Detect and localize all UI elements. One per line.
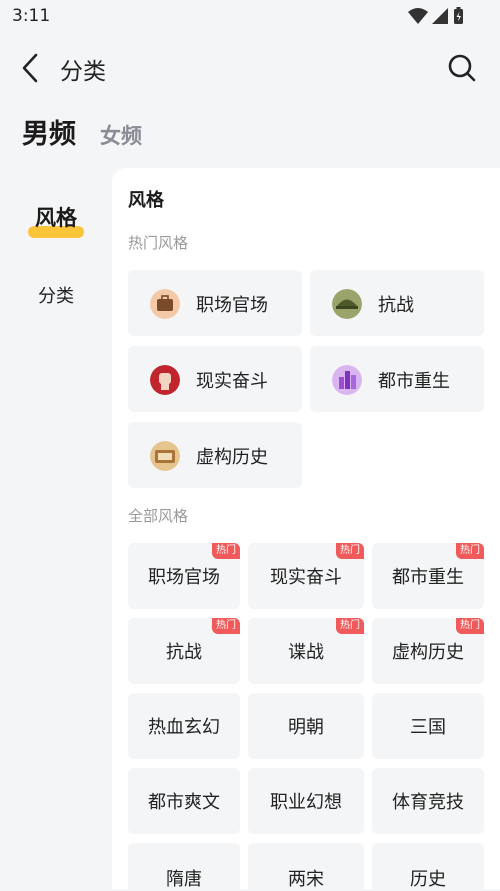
soldier-helmet-icon [332,289,362,319]
nav-item-label: 分类 [38,286,74,307]
style-label: 三国 [410,717,446,738]
style-card[interactable]: 职场官场 热门 [128,543,240,609]
hot-badge: 热门 [336,618,364,634]
hot-style-label: 现实奋斗 [196,371,268,392]
style-label: 谍战 [288,642,324,663]
nav-item-label: 风格 [35,206,77,230]
style-card[interactable]: 谍战 热门 [248,618,364,684]
style-card[interactable]: 两宋 [248,843,364,890]
hot-style-label: 都市重生 [378,371,450,392]
style-label: 热血玄幻 [148,717,220,738]
hot-badge: 热门 [456,618,484,634]
tab-female[interactable]: 女频 [100,120,142,150]
top-bar: 分类 [0,40,500,96]
hot-style-card[interactable]: 虚构历史 [128,422,302,488]
style-card[interactable]: 虚构历史 热门 [372,618,484,684]
style-label: 抗战 [166,642,202,663]
status-bar: 3:11 [0,0,500,34]
style-label: 两宋 [288,869,324,890]
style-card[interactable]: 抗战 热门 [128,618,240,684]
hot-style-label: 抗战 [378,295,414,316]
style-card[interactable]: 都市爽文 [128,768,240,834]
hot-style-card[interactable]: 职场官场 [128,270,302,336]
search-icon [448,54,476,82]
section-title: 风格 [128,190,164,211]
hot-badge: 热门 [336,543,364,559]
status-time: 3:11 [12,6,51,26]
signal-icon [432,8,448,24]
style-card[interactable]: 明朝 [248,693,364,759]
hot-badge: 热门 [212,618,240,634]
style-card[interactable]: 热血玄幻 [128,693,240,759]
style-card[interactable]: 历史 [372,843,484,890]
style-label: 隋唐 [166,869,202,890]
hot-style-card[interactable]: 现实奋斗 [128,346,302,412]
style-card[interactable]: 职业幻想 [248,768,364,834]
style-card[interactable]: 现实奋斗 热门 [248,543,364,609]
back-button[interactable] [16,50,44,86]
style-card[interactable]: 三国 [372,693,484,759]
category-nav: 风格 分类 [0,168,112,889]
hot-style-label: 职场官场 [196,295,268,316]
all-styles-title: 全部风格 [128,507,189,525]
style-label: 虚构历史 [392,642,464,663]
style-label: 现实奋斗 [270,567,342,588]
style-card[interactable]: 隋唐 [128,843,240,890]
page-title: 分类 [60,59,106,85]
search-button[interactable] [446,52,478,84]
tab-male[interactable]: 男频 [22,112,76,151]
city-buildings-icon [332,365,362,395]
wifi-icon [408,8,428,24]
style-label: 都市重生 [392,567,464,588]
style-label: 职场官场 [148,567,220,588]
content-panel: 风格 热门风格 职场官场 抗战 现实奋斗 都市重生 虚构历史 全部风格 职场官场… [112,168,500,890]
hot-style-card[interactable]: 都市重生 [310,346,484,412]
nav-item-category[interactable]: 分类 [0,282,112,308]
battery-icon [454,7,463,24]
hot-style-label: 虚构历史 [196,447,268,468]
hot-style-card[interactable]: 抗战 [310,270,484,336]
style-label: 历史 [410,869,446,890]
style-label: 都市爽文 [148,792,220,813]
hot-badge: 热门 [212,543,240,559]
style-card[interactable]: 体育竞技 [372,768,484,834]
style-label: 职业幻想 [270,792,342,813]
chevron-left-icon [22,53,38,83]
scroll-icon [150,441,180,471]
nav-item-style[interactable]: 风格 [0,202,112,242]
style-card[interactable]: 都市重生 热门 [372,543,484,609]
style-label: 明朝 [288,717,324,738]
hot-badge: 热门 [456,543,484,559]
hot-styles-title: 热门风格 [128,234,189,252]
status-icons [408,7,463,24]
fist-icon [150,365,180,395]
briefcase-icon [150,289,180,319]
style-label: 体育竞技 [392,792,464,813]
